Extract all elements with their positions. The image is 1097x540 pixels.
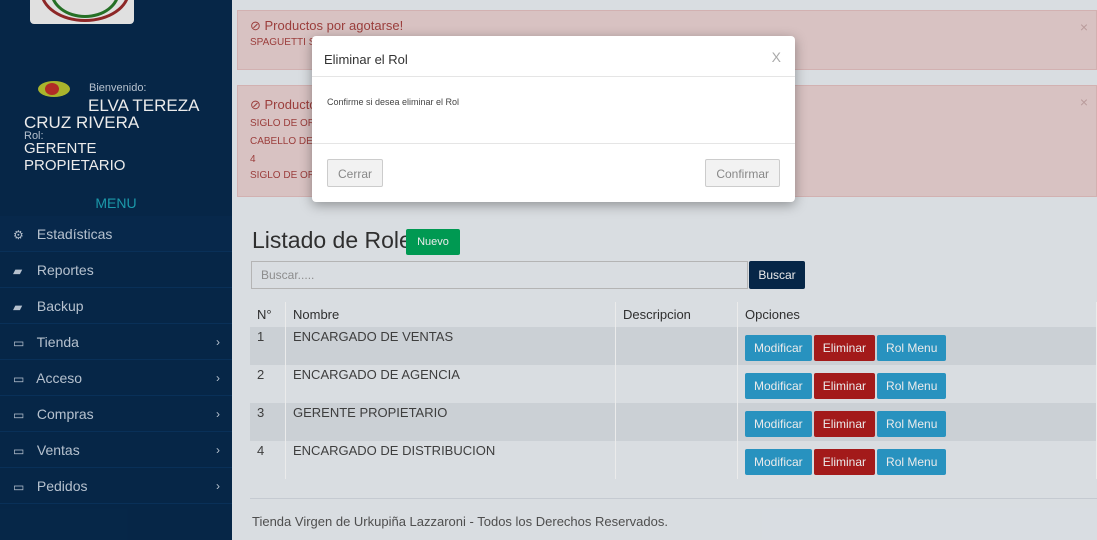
modal-title: Eliminar el Rol <box>324 52 408 67</box>
modal-divider <box>312 143 795 144</box>
close-icon[interactable]: X <box>772 49 781 65</box>
modal-divider <box>312 76 795 77</box>
modal-message: Confirme si desea eliminar el Rol <box>327 97 460 107</box>
confirm-button[interactable]: Confirmar <box>705 159 780 187</box>
delete-role-modal: Eliminar el Rol X Confirme si desea elim… <box>312 36 795 202</box>
close-button[interactable]: Cerrar <box>327 159 384 187</box>
